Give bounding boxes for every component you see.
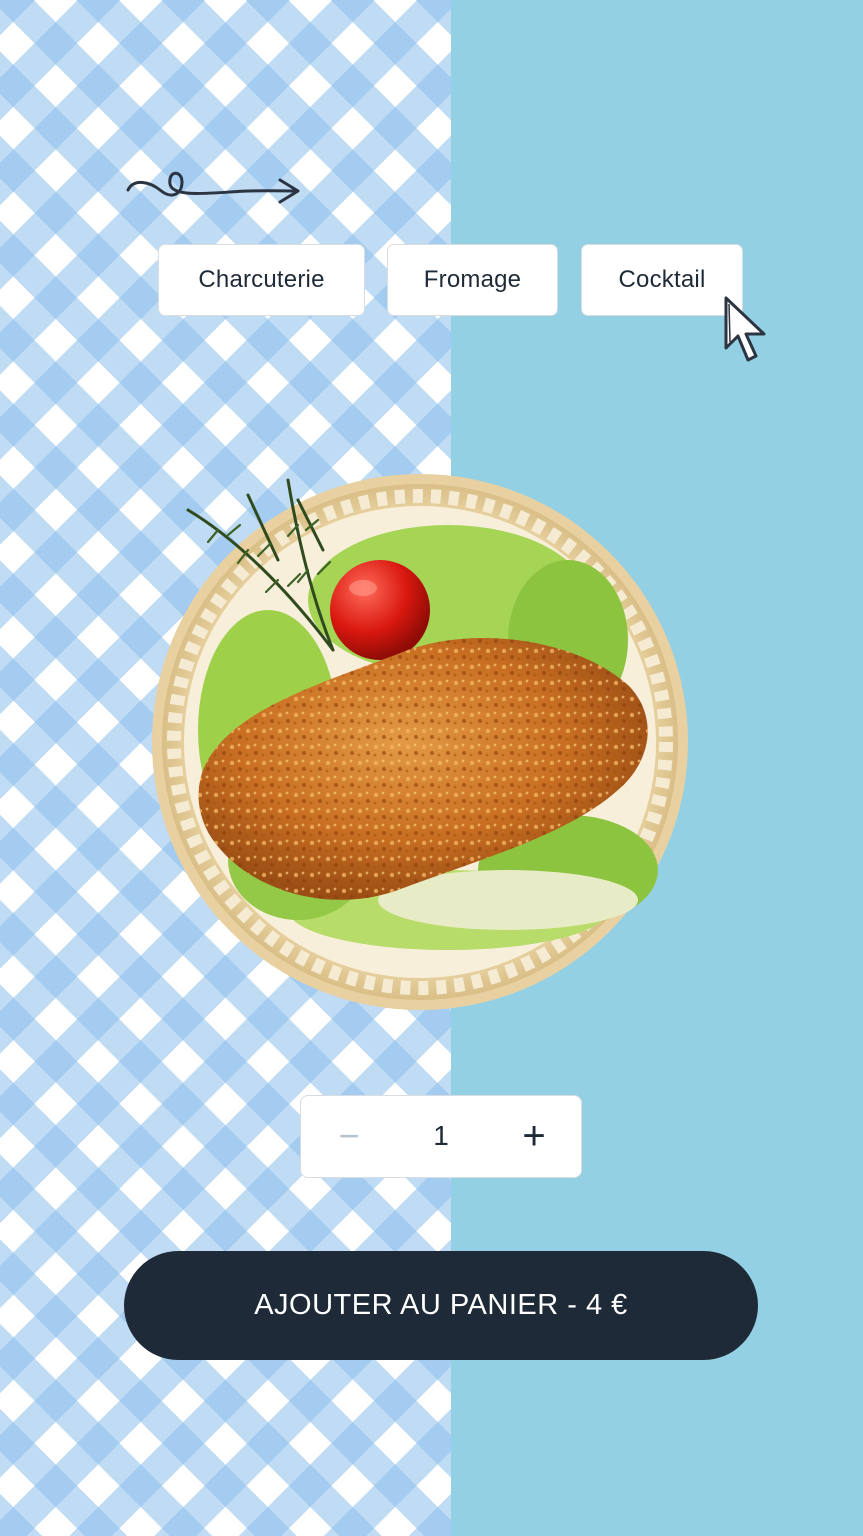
decrement-button[interactable]: −: [321, 1108, 377, 1164]
add-to-cart-button[interactable]: AJOUTER AU PANIER - 4 €: [124, 1251, 758, 1360]
category-charcuterie[interactable]: Charcuterie: [158, 244, 365, 316]
quantity-stepper[interactable]: − 1 +: [300, 1095, 582, 1178]
product-image: [152, 474, 688, 1010]
increment-button[interactable]: +: [506, 1108, 562, 1164]
quantity-value: 1: [433, 1120, 449, 1151]
category-fromage[interactable]: Fromage: [387, 244, 558, 316]
cursor-pointer-icon: [724, 296, 766, 362]
squiggle-arrow-icon: [126, 171, 300, 204]
